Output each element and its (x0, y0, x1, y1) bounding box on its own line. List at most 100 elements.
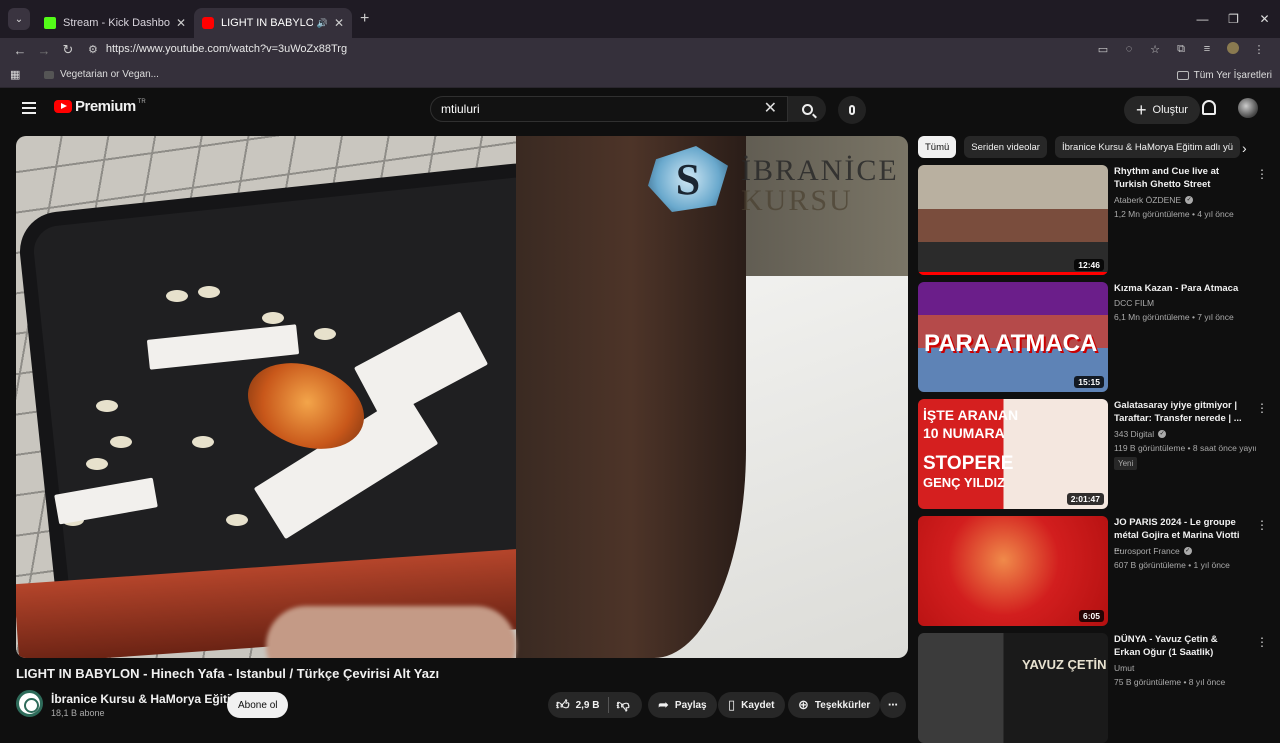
bookmark-item[interactable]: Vegetarian or Vegan... (44, 69, 159, 80)
recommendation-meta: 1,2 Mn görüntüleme • 4 yıl önce (1114, 209, 1234, 219)
new-badge: Yeni (1114, 457, 1138, 470)
profile-avatar[interactable] (1220, 41, 1246, 57)
speaker-icon[interactable]: 🔊 (317, 18, 328, 29)
account-avatar[interactable] (1238, 98, 1258, 118)
chevron-right-icon[interactable]: › (1242, 140, 1247, 156)
close-tab-icon[interactable]: ✕ (334, 16, 344, 30)
bookmark-icon: ▯ (728, 697, 736, 712)
apps-grid-icon[interactable]: ▦ (10, 68, 30, 81)
extensions-icon[interactable]: ⧉ (1168, 43, 1194, 56)
video-duration: 15:15 (1074, 376, 1104, 388)
site-info-icon[interactable]: ⚙ (88, 43, 98, 56)
dislike-button[interactable]: 👎︎ (609, 692, 638, 718)
new-tab-icon[interactable]: + (360, 10, 369, 28)
media-icon[interactable]: ≡ (1194, 43, 1220, 55)
youtube-play-icon (54, 100, 72, 113)
more-vertical-icon[interactable]: ⋮ (1256, 519, 1268, 531)
clear-search-icon[interactable]: ✕ (764, 101, 777, 117)
like-dislike-group: 👍︎ 2,9 B 👎︎ (548, 692, 642, 718)
more-vertical-icon[interactable]: ⋮ (1256, 168, 1268, 180)
thumbnail-text: GENÇ YILDIZ (923, 475, 1006, 490)
notifications-bell-icon[interactable] (1202, 100, 1216, 115)
more-vertical-icon[interactable]: ⋮ (1256, 402, 1268, 414)
logo-country: TR (137, 98, 146, 105)
share-label: Paylaş (674, 699, 707, 711)
eye-off-icon[interactable]: ◌ (1116, 43, 1142, 55)
subscribe-button[interactable]: Abone ol (227, 692, 289, 718)
video-thumbnail[interactable]: 12:46 (918, 165, 1108, 275)
thumbnail-text: PARA ATMACA (924, 330, 1098, 357)
like-button[interactable]: 👍︎ 2,9 B (548, 692, 608, 718)
forward-icon[interactable]: → (32, 43, 56, 58)
voice-search-button[interactable] (838, 96, 866, 124)
address-bar-row: ← → ↻ ⚙ https://www.youtube.com/watch?v=… (0, 38, 1280, 62)
back-icon[interactable]: ← (8, 43, 32, 58)
recommendation-channel: Umut (1114, 663, 1135, 673)
recommendation-title: Rhythm and Cue live at Turkish Ghetto St… (1114, 166, 1220, 190)
subscriber-count: 18,1 B abone (51, 708, 105, 718)
channel-avatar[interactable] (16, 690, 43, 717)
url-field[interactable]: ⚙ https://www.youtube.com/watch?v=3uWoZx… (84, 38, 1084, 60)
chip-channel[interactable]: İbranice Kursu & HaMorya Eğitim adlı yü (1054, 136, 1241, 158)
hamburger-menu-icon[interactable] (22, 102, 36, 114)
all-bookmarks[interactable]: Tüm Yer İşaretleri (1176, 62, 1272, 88)
minimize-icon[interactable]: — (1187, 0, 1218, 38)
video-thumbnail[interactable]: YAVUZ ÇETİN (918, 633, 1108, 743)
close-window-icon[interactable]: ✕ (1249, 0, 1280, 38)
thumbs-down-icon: 👎︎ (616, 697, 630, 712)
filter-chips: Tümü Seriden videolar İbranice Kursu & H… (918, 136, 1258, 158)
tab-title: LIGHT IN BABYLON - Hinech Yafa - Istanbu… (221, 17, 313, 29)
recommendation-item[interactable]: 12:46 Rhythm and Cue live at Turkish Ghe… (918, 165, 1274, 277)
thanks-icon: ⊕ (798, 697, 809, 712)
bookmark-star-icon[interactable]: ☆ (1142, 43, 1168, 56)
chip-all[interactable]: Tümü (918, 136, 957, 158)
chip-series[interactable]: Seriden videolar (964, 136, 1047, 158)
video-thumbnail[interactable]: 6:05 (918, 516, 1108, 626)
like-count: 2,9 B (575, 699, 600, 711)
close-tab-icon[interactable]: ✕ (176, 16, 186, 30)
verified-icon: ✓ (1158, 430, 1167, 438)
recommendation-item[interactable]: PARA ATMACA 15:15 Kızma Kazan - Para Atm… (918, 282, 1274, 394)
save-button[interactable]: ▯ Kaydet (718, 692, 785, 718)
search-button[interactable] (788, 96, 826, 122)
youtube-premium-logo[interactable]: Premium TR (54, 98, 146, 115)
more-actions-button[interactable]: ⋯ (880, 692, 906, 718)
recommendation-title: DÜNYA - Yavuz Çetin & Erkan Oğur (1 Saat… (1114, 634, 1218, 658)
address-bar-actions: ▭ ◌ ☆ ⧉ ≡ ⋮ (1090, 38, 1272, 60)
reload-icon[interactable]: ↻ (56, 42, 80, 58)
thanks-label: Teşekkürler (814, 699, 871, 711)
video-player[interactable]: S İBRANİCE KURSU (16, 136, 908, 658)
cast-icon[interactable]: ▭ (1090, 43, 1116, 56)
recommendation-item[interactable]: 6:05 JO PARIS 2024 - Le groupe métal Goj… (918, 516, 1274, 628)
browser-tab-youtube[interactable]: LIGHT IN BABYLON - Hinech Yafa - Istanbu… (194, 8, 352, 38)
all-bookmarks-label: Tüm Yer İşaretleri (1193, 69, 1272, 81)
youtube-header: Premium TR mtiuluri ✕ + Oluştur (0, 88, 1280, 132)
thumbs-up-icon: 👍︎ (556, 697, 570, 712)
more-vertical-icon[interactable]: ⋮ (1256, 636, 1268, 648)
search-input[interactable]: mtiuluri ✕ (430, 96, 788, 122)
maximize-icon[interactable]: ❐ (1218, 0, 1249, 38)
bookmark-label: Vegetarian or Vegan... (60, 69, 159, 80)
video-duration: 2:01:47 (1066, 493, 1104, 505)
share-icon: ➦ (658, 697, 669, 712)
share-button[interactable]: ➦ Paylaş (648, 692, 717, 718)
recommendation-item[interactable]: YAVUZ ÇETİN DÜNYA - Yavuz Çetin & Erkan … (918, 633, 1274, 743)
thanks-button[interactable]: ⊕ Teşekkürler (788, 692, 881, 718)
save-label: Kaydet (741, 699, 775, 711)
logo-text: Premium (75, 98, 136, 115)
create-button[interactable]: + Oluştur (1124, 96, 1200, 124)
video-thumbnail[interactable]: İŞTE ARANAN 10 NUMARA STOPERE GENÇ YILDI… (918, 399, 1108, 509)
url-text: https://www.youtube.com/watch?v=3uWoZx88… (105, 43, 348, 55)
more-horizontal-icon: ⋯ (888, 699, 898, 711)
browser-tab-bar: ⌄ Stream - Kick Dashboard ✕ LIGHT IN BAB… (0, 0, 1280, 38)
recommendation-item[interactable]: İŞTE ARANAN 10 NUMARA STOPERE GENÇ YILDI… (918, 399, 1274, 511)
browser-menu-icon[interactable]: ⋮ (1246, 43, 1272, 56)
channel-name[interactable]: İbranice Kursu & HaMorya Eğitim (51, 692, 241, 706)
video-frame-hand (266, 606, 516, 658)
microphone-icon (849, 105, 855, 115)
verified-icon: ✓ (1183, 547, 1192, 555)
browser-tab-kick[interactable]: Stream - Kick Dashboard ✕ (36, 8, 194, 38)
recommendation-channel: Eurosport France ✓ (1114, 546, 1192, 556)
video-thumbnail[interactable]: PARA ATMACA 15:15 (918, 282, 1108, 392)
tab-search-icon[interactable]: ⌄ (8, 8, 30, 30)
